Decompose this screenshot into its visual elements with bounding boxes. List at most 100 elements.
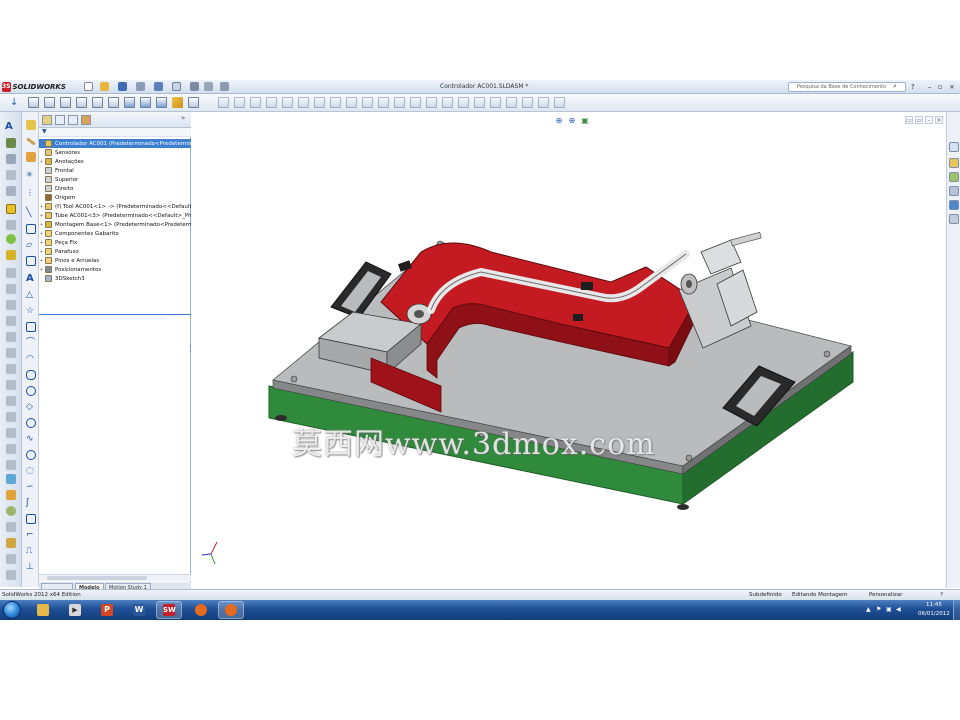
measure-icon[interactable] [6, 396, 16, 406]
smart-dimension-icon[interactable] [6, 138, 16, 148]
taskbar-firefox-2[interactable] [218, 601, 244, 619]
expand-toggle-icon[interactable]: + [39, 240, 44, 246]
polygon-icon[interactable]: ◇ [26, 402, 36, 412]
view-top-icon[interactable] [92, 97, 103, 108]
curves-icon[interactable] [6, 380, 16, 390]
shell-icon[interactable] [6, 268, 16, 278]
sketch-text-icon[interactable]: A [26, 274, 36, 284]
tree-item[interactable]: + Parafuso [39, 247, 191, 256]
view-right-icon[interactable] [76, 97, 87, 108]
normal-to-icon[interactable] [172, 97, 183, 108]
tool-13-icon[interactable] [410, 97, 421, 108]
expand-chevron-icon[interactable]: » [181, 114, 185, 122]
construction-icon[interactable]: ⌐ [26, 530, 36, 540]
tree-filter[interactable]: ▼ [39, 128, 191, 137]
resources-icon[interactable] [949, 142, 959, 152]
tree-item[interactable]: Frontal [39, 166, 191, 175]
expand-toggle-icon[interactable]: + [39, 213, 44, 219]
taskbar-word[interactable]: W [126, 601, 152, 619]
save-icon[interactable] [118, 82, 127, 91]
tree-horizontal-scrollbar[interactable] [39, 574, 191, 581]
move-icon[interactable] [6, 522, 16, 532]
section-view-icon[interactable] [6, 428, 16, 438]
tree-item[interactable]: + (f) Tool AC001<1> -> (Predeterminado<<D… [39, 202, 191, 211]
sketch-line-icon[interactable]: ╲ [26, 208, 36, 218]
extend-icon[interactable]: ʃ [26, 498, 36, 508]
select-icon[interactable] [172, 82, 181, 91]
undo-icon[interactable] [154, 82, 163, 91]
perimeter-circle-icon[interactable] [26, 418, 36, 428]
help-status-icon[interactable]: ? [940, 592, 943, 598]
view-orientation-icon[interactable] [188, 97, 199, 108]
circle-icon[interactable] [26, 386, 36, 396]
tool-1-icon[interactable] [218, 97, 229, 108]
pattern-icon[interactable] [6, 332, 16, 342]
knowledge-base-search-input[interactable]: Pesquisa da Base de Conhecimento [788, 82, 906, 92]
appearance-icon[interactable] [6, 474, 16, 484]
options-icon[interactable] [220, 82, 229, 91]
text-tool-icon[interactable]: A [5, 122, 15, 132]
square-icon[interactable] [26, 322, 36, 332]
view-palette-icon[interactable] [949, 200, 959, 210]
view-dimetric-icon[interactable] [156, 97, 167, 108]
tool-16-icon[interactable] [458, 97, 469, 108]
fixture-model-svg[interactable] [191, 112, 945, 588]
ellipse-icon[interactable] [26, 370, 36, 380]
help-icon[interactable]: ? [911, 83, 915, 91]
tool-20-icon[interactable] [522, 97, 533, 108]
tool-15-icon[interactable] [442, 97, 453, 108]
expand-toggle-icon[interactable]: + [39, 258, 44, 264]
tool-9-icon[interactable] [346, 97, 357, 108]
tool-6-icon[interactable] [298, 97, 309, 108]
tree-item[interactable]: + Posicionamentos [39, 265, 191, 274]
expand-toggle-icon[interactable]: + [39, 159, 44, 165]
draft-icon[interactable] [6, 300, 16, 310]
action-center-icon[interactable]: ⚑ [876, 606, 881, 613]
tool-3-icon[interactable] [250, 97, 261, 108]
open-folder-icon[interactable] [100, 82, 109, 91]
rollback-bar[interactable] [39, 314, 191, 315]
tree-item[interactable]: + Tube AC001<3> (Predeterminado<<Default>… [39, 211, 191, 220]
tool-18-icon[interactable] [490, 97, 501, 108]
tool-19-icon[interactable] [506, 97, 517, 108]
point-icon[interactable]: ✳ [26, 170, 36, 180]
pencil-icon[interactable] [26, 137, 36, 146]
sketch-slot-icon[interactable] [26, 256, 36, 266]
expand-toggle-icon[interactable]: + [39, 249, 44, 255]
line-icon[interactable] [6, 170, 16, 180]
view-front-icon[interactable] [28, 97, 39, 108]
display-manager-tab-icon[interactable] [81, 115, 91, 125]
clock-date[interactable]: 06/01/2012 [918, 611, 950, 617]
view-bottom-icon[interactable] [108, 97, 119, 108]
trim-icon[interactable]: ∽ [26, 482, 36, 492]
tool-5-icon[interactable] [282, 97, 293, 108]
feature-manager-tab-icon[interactable] [42, 115, 52, 125]
spline-icon[interactable]: ∿ [26, 434, 36, 444]
rib-icon[interactable] [6, 284, 16, 294]
network-icon[interactable]: ▣ [886, 606, 892, 613]
tree-item[interactable]: + Anotações [39, 157, 191, 166]
mirror-icon[interactable] [6, 348, 16, 358]
tree-item[interactable]: Sensores [39, 148, 191, 157]
sketch-parallelogram-icon[interactable]: ▱ [26, 240, 36, 250]
offset-icon[interactable]: ◌ [26, 466, 36, 476]
taskbar-powerpoint[interactable]: P [94, 601, 120, 619]
scene-icon[interactable] [6, 490, 16, 500]
explode-icon[interactable] [6, 554, 16, 564]
print-icon[interactable] [136, 82, 145, 91]
tangent-arc-icon[interactable]: ◠ [26, 354, 36, 364]
rotate-icon[interactable] [6, 506, 16, 516]
tool-7-icon[interactable] [314, 97, 325, 108]
customize-button[interactable]: Personalizar [869, 592, 902, 598]
tool-11-icon[interactable] [378, 97, 389, 108]
bom-icon[interactable] [6, 570, 16, 580]
tool-2-icon[interactable] [234, 97, 245, 108]
tree-item[interactable]: Superior [39, 175, 191, 184]
convert-entities-icon[interactable] [26, 514, 36, 524]
star-icon[interactable]: ☆ [26, 306, 36, 316]
smart-dim-icon[interactable] [26, 152, 36, 162]
mass-properties-icon[interactable] [6, 412, 16, 422]
design-library-icon[interactable] [949, 158, 959, 168]
graphics-area[interactable]: ⊕ ⊕ ▣ ▭ ▫ – × 莫西网www.3dmox.com [191, 112, 945, 588]
search-icon[interactable]: ⌕ [893, 82, 897, 91]
